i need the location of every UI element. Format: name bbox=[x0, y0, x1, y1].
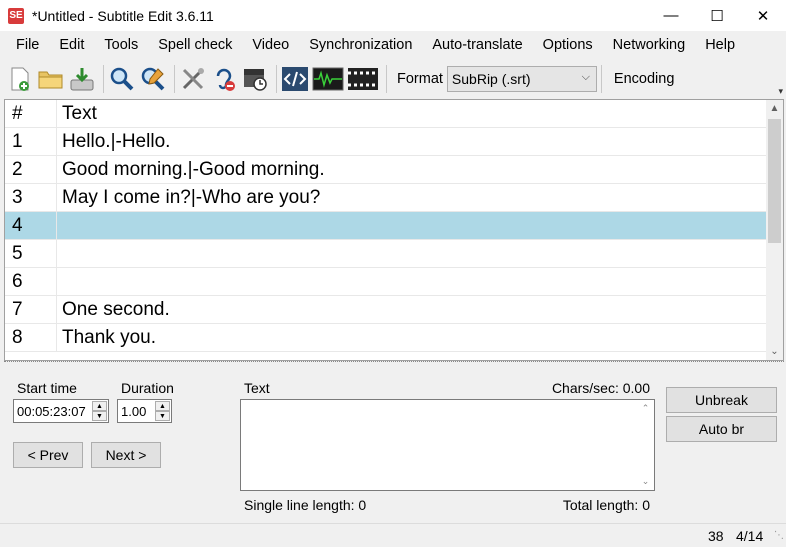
start-time-label: Start time bbox=[17, 380, 77, 396]
toolbar-separator bbox=[276, 64, 277, 93]
visual-sync-icon[interactable] bbox=[241, 64, 269, 94]
chars-per-sec: Chars/sec: 0.00 bbox=[551, 380, 650, 396]
table-row[interactable]: 6 bbox=[5, 268, 767, 296]
fix-errors-icon[interactable] bbox=[179, 64, 207, 94]
column-header-text[interactable]: Text bbox=[57, 103, 97, 125]
start-time-spinner[interactable]: ▲ ▼ bbox=[92, 401, 107, 421]
status-bar: 38 4/14 ⋱ bbox=[0, 523, 786, 547]
resize-grip-icon[interactable]: ⋱ bbox=[774, 530, 784, 541]
scroll-up-icon[interactable]: ▲ bbox=[766, 100, 783, 117]
table-row[interactable]: 1 Hello.|-Hello. bbox=[5, 128, 767, 156]
auto-br-button[interactable]: Auto br bbox=[666, 416, 777, 442]
menu-video[interactable]: Video bbox=[242, 37, 299, 53]
start-time-field[interactable]: 00:05:23:07 ▲ ▼ bbox=[13, 399, 109, 423]
menu-edit[interactable]: Edit bbox=[49, 37, 94, 53]
duration-field[interactable]: 1.00 ▲ ▼ bbox=[117, 399, 172, 423]
format-select-value: SubRip (.srt) bbox=[451, 70, 531, 87]
row-number: 2 bbox=[5, 156, 57, 183]
menu-networking[interactable]: Networking bbox=[603, 37, 696, 53]
close-button[interactable]: ✕ bbox=[740, 0, 786, 31]
table-row[interactable]: 8 Thank you. bbox=[5, 324, 767, 352]
column-header-number[interactable]: # bbox=[5, 100, 57, 127]
new-file-icon[interactable] bbox=[6, 64, 34, 94]
toolbar-separator bbox=[600, 64, 602, 93]
maximize-button[interactable]: ☐ bbox=[694, 0, 740, 31]
single-line-length: Single line length: 0 bbox=[244, 497, 367, 513]
waveform-icon[interactable] bbox=[312, 64, 344, 94]
row-text: One second. bbox=[62, 298, 170, 320]
menu-synchronization[interactable]: Synchronization bbox=[299, 37, 422, 53]
panel-splitter[interactable] bbox=[4, 361, 784, 365]
spin-down-icon[interactable]: ▼ bbox=[155, 411, 170, 421]
scroll-thumb[interactable] bbox=[768, 119, 781, 243]
duration-spinner[interactable]: ▲ ▼ bbox=[155, 401, 170, 421]
format-select[interactable]: SubRip (.srt) ⌵ bbox=[446, 65, 597, 92]
grid-header: # Text bbox=[5, 100, 767, 128]
start-time-value: 00:05:23:07 bbox=[17, 403, 86, 419]
text-input-scrollbar[interactable]: ⌃ ⌄ bbox=[637, 400, 654, 490]
row-number: 3 bbox=[5, 184, 57, 211]
status-position: 4/14 bbox=[736, 528, 764, 544]
hearing-impaired-icon[interactable] bbox=[210, 64, 238, 94]
row-number: 8 bbox=[5, 324, 57, 351]
spin-down-icon[interactable]: ▼ bbox=[92, 411, 107, 421]
toolbar-separator bbox=[386, 64, 387, 93]
spin-up-icon[interactable]: ▲ bbox=[92, 401, 107, 411]
scroll-down-icon[interactable]: ⌄ bbox=[637, 473, 654, 490]
subtitle-text-input[interactable]: ⌃ ⌄ bbox=[240, 399, 655, 491]
menu-auto-translate[interactable]: Auto-translate bbox=[422, 37, 532, 53]
window-title: *Untitled - Subtitle Edit 3.6.11 bbox=[32, 7, 214, 24]
spin-up-icon[interactable]: ▲ bbox=[155, 401, 170, 411]
format-label: Format bbox=[397, 70, 443, 87]
toolbar: Format SubRip (.srt) ⌵ Encoding ▾ bbox=[0, 59, 786, 98]
menu-options[interactable]: Options bbox=[533, 37, 603, 53]
scroll-up-icon[interactable]: ⌃ bbox=[637, 400, 654, 417]
text-label: Text bbox=[244, 380, 270, 396]
table-row[interactable]: 3 May I come in?|-Who are you? bbox=[5, 184, 767, 212]
table-row[interactable]: 2 Good morning.|-Good morning. bbox=[5, 156, 767, 184]
menu-spell-check[interactable]: Spell check bbox=[148, 37, 242, 53]
menu-help[interactable]: Help bbox=[695, 37, 745, 53]
total-length: Total length: 0 bbox=[562, 497, 650, 513]
subtitle-grid: # Text 1 Hello.|-Hello. 2 Good morning.|… bbox=[4, 99, 784, 361]
menu-file[interactable]: File bbox=[0, 37, 49, 53]
app-logo-icon: SE bbox=[8, 7, 24, 24]
encoding-label: Encoding bbox=[613, 70, 675, 87]
row-text: Hello.|-Hello. bbox=[62, 130, 171, 152]
save-download-icon[interactable] bbox=[68, 64, 96, 94]
table-row[interactable]: 7 One second. bbox=[5, 296, 767, 324]
scroll-down-icon[interactable]: ⌄ bbox=[766, 343, 783, 360]
toolbar-overflow-icon[interactable]: ▾ bbox=[778, 86, 783, 97]
row-text: Good morning.|-Good morning. bbox=[62, 158, 325, 180]
toolbar-separator bbox=[174, 64, 175, 93]
row-number: 7 bbox=[5, 296, 57, 323]
row-number: 4 bbox=[5, 212, 57, 239]
video-clapper-icon[interactable] bbox=[347, 64, 379, 94]
replace-icon[interactable] bbox=[139, 64, 167, 94]
find-icon[interactable] bbox=[108, 64, 136, 94]
row-text: Thank you. bbox=[62, 326, 156, 348]
status-char-count: 38 bbox=[708, 528, 724, 544]
row-text: May I come in?|-Who are you? bbox=[62, 186, 321, 208]
row-number: 1 bbox=[5, 128, 57, 155]
table-row-selected[interactable]: 4 bbox=[5, 212, 767, 240]
menu-bar: File Edit Tools Spell check Video Synchr… bbox=[0, 31, 786, 59]
minimize-button[interactable]: — bbox=[648, 0, 694, 31]
table-row[interactable]: 5 bbox=[5, 240, 767, 268]
menu-tools[interactable]: Tools bbox=[94, 37, 148, 53]
unbreak-button[interactable]: Unbreak bbox=[666, 387, 777, 413]
grid-vertical-scrollbar[interactable]: ▲ ⌄ bbox=[766, 100, 783, 360]
duration-value: 1.00 bbox=[121, 403, 147, 419]
chevron-down-icon: ⌵ bbox=[581, 70, 590, 83]
next-button[interactable]: Next > bbox=[91, 442, 161, 468]
source-view-icon[interactable] bbox=[281, 64, 309, 94]
duration-label: Duration bbox=[121, 380, 174, 396]
open-folder-icon[interactable] bbox=[37, 64, 65, 94]
title-bar: SE *Untitled - Subtitle Edit 3.6.11 — ☐ … bbox=[0, 0, 786, 31]
row-number: 5 bbox=[5, 240, 57, 267]
toolbar-separator bbox=[103, 64, 104, 93]
row-number: 6 bbox=[5, 268, 57, 295]
window-controls: — ☐ ✕ bbox=[648, 0, 786, 31]
prev-button[interactable]: < Prev bbox=[13, 442, 83, 468]
